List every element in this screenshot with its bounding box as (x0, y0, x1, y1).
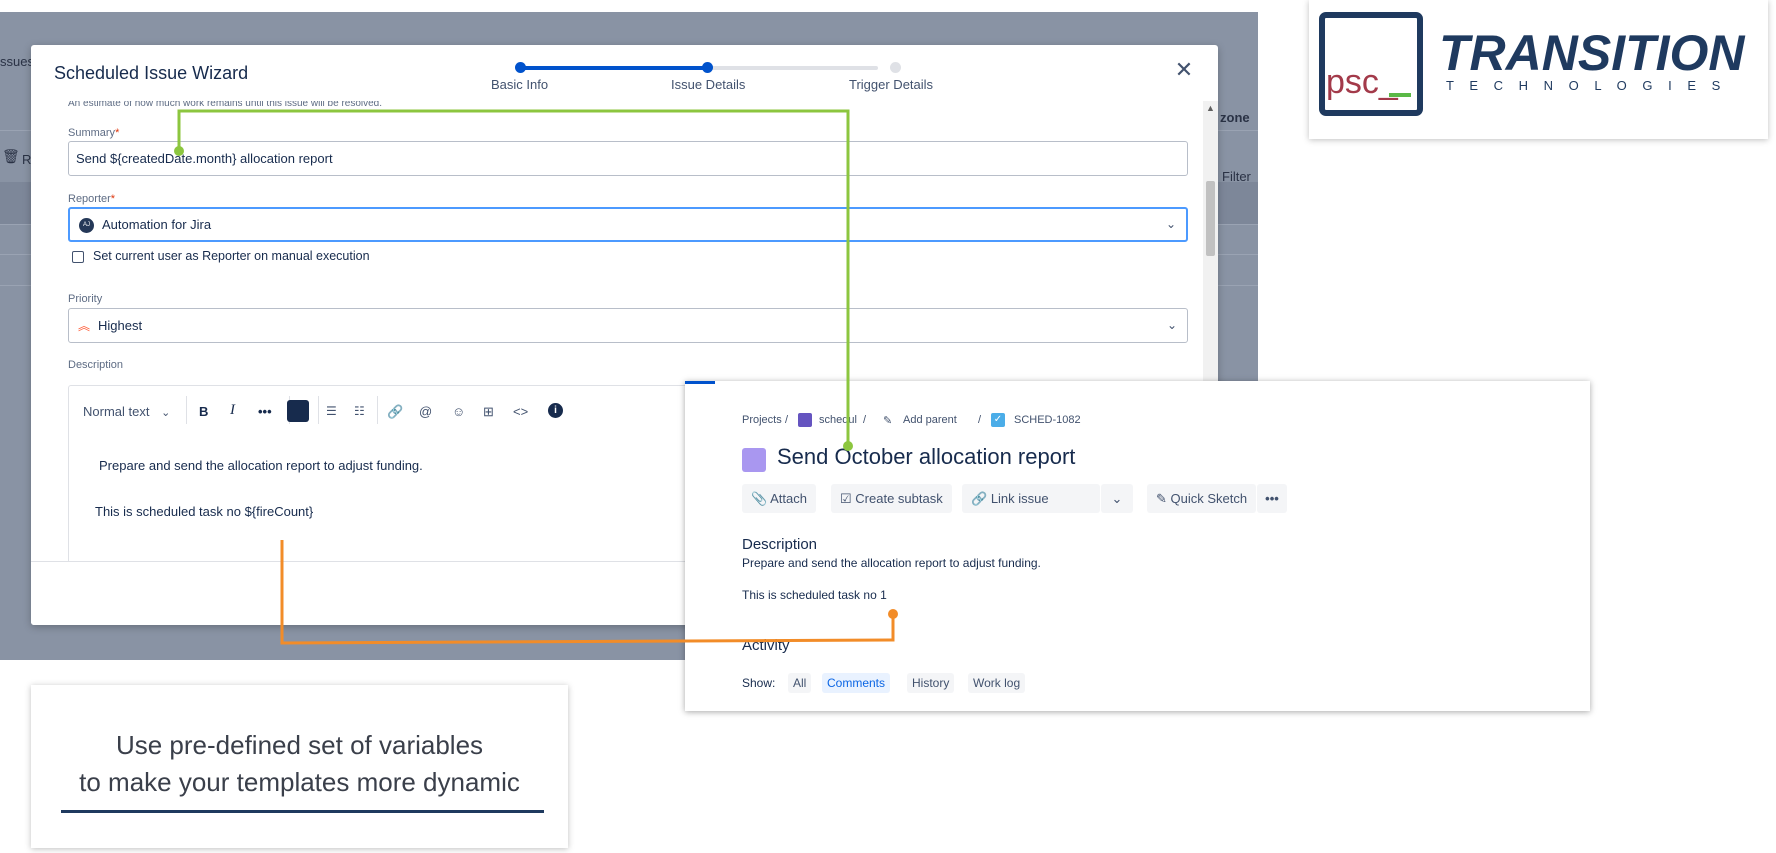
chevron-down-icon: ⌄ (1165, 217, 1176, 231)
caption-line-2: to make your templates more dynamic (79, 767, 520, 797)
psc-logo-text: psc_ (1326, 63, 1399, 101)
stepper-progress (520, 66, 708, 70)
activity-filter-all[interactable]: All (788, 673, 812, 693)
priority-label: Priority (68, 293, 103, 305)
text-color-icon[interactable] (287, 400, 309, 422)
chevron-down-icon: ⌄ (1166, 318, 1177, 332)
breadcrumb-projects[interactable]: Projects (742, 414, 782, 426)
activity-filter-comments[interactable]: Comments (822, 673, 891, 693)
add-parent-link[interactable]: Add parent (903, 414, 957, 426)
pencil-icon: ✎ (1156, 491, 1167, 506)
task-type-icon: ✓ (991, 413, 1005, 427)
caption-line-1: Use pre-defined set of variables (115, 730, 484, 760)
toolbar-separator (377, 396, 378, 424)
close-icon[interactable]: ✕ (1171, 57, 1197, 83)
psc-logo-cursor (1389, 93, 1411, 97)
bullet-list-icon[interactable]: ☰ (326, 404, 337, 418)
info-icon[interactable]: i (548, 403, 563, 418)
more-formatting-icon[interactable]: ••• (258, 404, 272, 419)
subtask-icon: ☑ (840, 491, 852, 506)
issue-type-icon (742, 448, 766, 472)
priority-value: Highest (98, 318, 143, 333)
active-tab-indicator (685, 381, 715, 384)
issue-title[interactable]: Send October allocation report (777, 444, 1075, 470)
automation-avatar: AJ (79, 218, 94, 234)
text-style-dropdown[interactable]: Normal text ⌄ (83, 404, 170, 419)
toolbar-separator (318, 396, 319, 424)
more-actions-button[interactable]: ••• (1257, 484, 1287, 513)
code-icon[interactable]: <> (513, 404, 528, 419)
mention-icon[interactable]: @ (419, 404, 432, 419)
create-subtask-button[interactable]: ☑ Create subtask (831, 484, 952, 513)
scrollbar-thumb[interactable] (1206, 181, 1215, 256)
description-label: Description (68, 359, 124, 371)
reporter-manual-checkbox-label: Set current user as Reporter on manual e… (93, 249, 370, 263)
bg-filter-text: Filter (1222, 169, 1251, 184)
step-dot-issue-details (702, 62, 713, 73)
reporter-value: Automation for Jira (102, 217, 212, 232)
show-label: Show: (742, 676, 776, 690)
link-issue-dropdown[interactable]: ⌄ (1101, 484, 1133, 513)
breadcrumb-separator: / (863, 414, 867, 426)
bg-r-text: R (22, 152, 32, 167)
issue-view-panel: Projects / schedul / ✎ Add parent / ✓ SC… (685, 381, 1590, 711)
scroll-up-icon[interactable]: ▲ (1206, 103, 1215, 113)
bold-icon[interactable]: B (199, 404, 208, 419)
bg-zone-text: zone (1220, 110, 1250, 125)
activity-heading: Activity (742, 637, 790, 654)
description-heading: Description (742, 536, 818, 553)
issue-description-line-1: Prepare and send the allocation report t… (742, 556, 1041, 570)
step-dot-basic-info (515, 62, 526, 73)
transition-technologies-logo: psc_ TRANSITION T E C H N O L O G I E S (1319, 12, 1745, 116)
reporter-manual-checkbox[interactable] (72, 251, 84, 263)
breadcrumb-separator: / (978, 414, 982, 426)
link-icon[interactable]: 🔗 (387, 404, 403, 420)
toolbar-separator (186, 396, 187, 424)
reporter-select[interactable]: AJ Automation for Jira ⌄ (68, 207, 1188, 242)
step-basic-info[interactable]: Basic Info (491, 77, 548, 92)
reporter-label: Reporter* (68, 193, 116, 205)
attach-button[interactable]: 📎 Attach (742, 484, 816, 513)
caption-underline (61, 810, 544, 813)
priority-highest-icon: ︽ (78, 319, 91, 333)
time-remaining-hint: An estimate of how much work remains unt… (68, 101, 383, 109)
link-issue-button[interactable]: 🔗 Link issue (962, 484, 1100, 513)
summary-input[interactable]: Send ${createdDate.month} allocation rep… (68, 141, 1188, 176)
step-dot-trigger-details (890, 62, 901, 73)
issue-key-link[interactable]: SCHED-1082 (1014, 414, 1081, 426)
issue-description-line-2: This is scheduled task no 1 (742, 588, 887, 602)
step-trigger-details[interactable]: Trigger Details (849, 77, 933, 92)
pencil-icon: ✎ (883, 415, 893, 427)
priority-select[interactable]: ︽ Highest ⌄ (68, 308, 1188, 343)
wizard-title: Scheduled Issue Wizard (54, 63, 249, 83)
company-logo: psc_ TRANSITION T E C H N O L O G I E S (1309, 0, 1768, 139)
activity-filter-history[interactable]: History (907, 673, 955, 693)
description-line-1: Prepare and send the allocation report t… (99, 458, 423, 473)
trash-icon: 🗑 (2, 148, 20, 164)
description-line-2: This is scheduled task no ${fireCount} (95, 504, 314, 519)
caption-card: Use pre-defined set of variables to make… (31, 685, 568, 848)
emoji-icon[interactable]: ☺ (452, 404, 465, 419)
chevron-down-icon: ⌄ (1111, 491, 1123, 506)
summary-label: Summary* (68, 127, 120, 139)
brand-tagline: T E C H N O L O G I E S (1446, 78, 1726, 93)
breadcrumb-separator: / (785, 414, 789, 426)
italic-icon[interactable]: I (230, 402, 235, 419)
step-issue-details[interactable]: Issue Details (671, 77, 745, 92)
table-icon[interactable]: ⊞ (483, 404, 494, 420)
activity-filter-work-log[interactable]: Work log (968, 673, 1026, 693)
numbered-list-icon[interactable]: ☷ (354, 404, 365, 418)
bg-issues-text: ssues (0, 54, 34, 69)
brand-name: TRANSITION (1439, 25, 1745, 81)
paperclip-icon: 📎 (751, 491, 768, 506)
breadcrumb-project[interactable]: schedul (819, 414, 857, 426)
link-icon: 🔗 (971, 491, 988, 506)
quick-sketch-button[interactable]: ✎ Quick Sketch (1147, 484, 1257, 513)
project-icon (798, 413, 812, 427)
